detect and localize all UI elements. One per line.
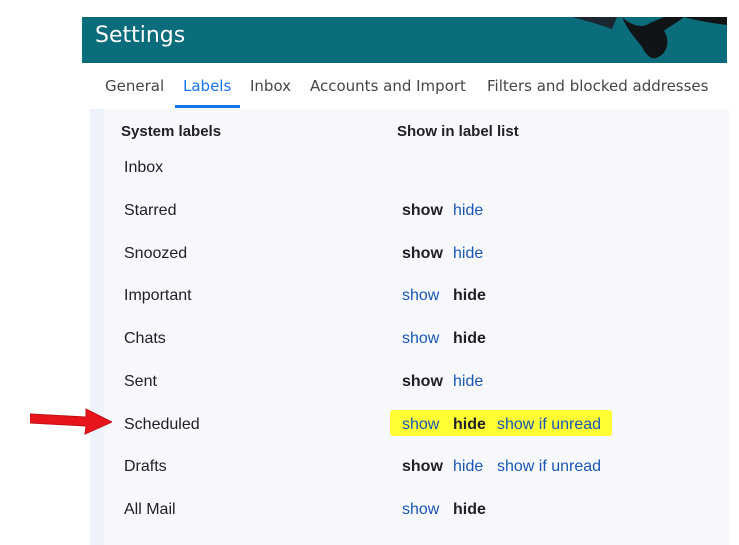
sent-show[interactable]: show xyxy=(402,373,443,391)
labels-panel xyxy=(90,109,729,545)
important-show-link[interactable]: show xyxy=(402,287,439,305)
starred-hide-link[interactable]: hide xyxy=(453,202,483,220)
theme-art-shape xyxy=(572,17,617,29)
theme-art-figure xyxy=(622,17,684,59)
tab-labels[interactable]: Labels xyxy=(183,77,231,95)
tab-filters-and-blocked-addresses[interactable]: Filters and blocked addresses xyxy=(487,77,708,95)
label-scheduled: Scheduled xyxy=(124,416,200,433)
drafts-show-if-unread-link[interactable]: show if unread xyxy=(497,458,601,476)
page-title: Settings xyxy=(95,23,186,48)
show-in-label-list-header: Show in label list xyxy=(397,123,519,140)
starred-show[interactable]: show xyxy=(402,202,443,220)
label-sent: Sent xyxy=(124,373,157,390)
label-starred: Starred xyxy=(124,202,177,219)
theme-art xyxy=(572,17,727,59)
tab-general[interactable]: General xyxy=(105,77,164,95)
active-tab-indicator xyxy=(175,105,240,108)
snoozed-show[interactable]: show xyxy=(402,245,443,263)
snoozed-hide-link[interactable]: hide xyxy=(453,245,483,263)
tab-inbox[interactable]: Inbox xyxy=(250,77,291,95)
tab-accounts-and-import[interactable]: Accounts and Import xyxy=(310,77,466,95)
label-snoozed: Snoozed xyxy=(124,245,188,262)
chats-hide[interactable]: hide xyxy=(453,330,486,348)
drafts-hide-link[interactable]: hide xyxy=(453,458,483,476)
chats-show-link[interactable]: show xyxy=(402,330,439,348)
scheduled-hide[interactable]: hide xyxy=(453,416,486,434)
scheduled-show-link[interactable]: show xyxy=(402,416,439,434)
all-mail-show-link[interactable]: show xyxy=(402,501,439,519)
label-chats: Chats xyxy=(124,330,166,347)
all-mail-hide[interactable]: hide xyxy=(453,501,486,519)
label-all-mail: All Mail xyxy=(124,501,176,518)
theme-art-wing xyxy=(684,17,727,25)
label-inbox: Inbox xyxy=(124,159,164,176)
system-labels-header: System labels xyxy=(121,123,222,140)
sent-hide-link[interactable]: hide xyxy=(453,373,483,391)
settings-header: Settings xyxy=(82,17,727,63)
settings-tabs: General Labels Inbox Accounts and Import… xyxy=(82,63,727,109)
important-hide[interactable]: hide xyxy=(453,287,486,305)
drafts-show[interactable]: show xyxy=(402,458,443,476)
label-drafts: Drafts xyxy=(124,458,167,475)
label-important: Important xyxy=(124,287,192,304)
red-arrow-icon xyxy=(30,408,112,435)
panel-left-strip xyxy=(90,109,104,545)
scheduled-show-if-unread-link[interactable]: show if unread xyxy=(497,416,601,434)
